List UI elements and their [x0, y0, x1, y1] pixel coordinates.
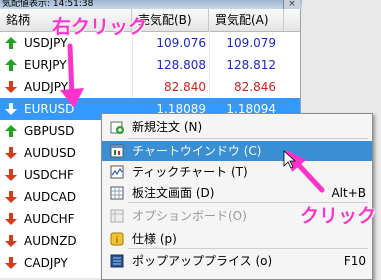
menu-item-label: ティックチャート (T)	[132, 165, 248, 179]
symbol-name: AUDCAD	[24, 190, 77, 204]
symbol-name: EURUSD	[24, 102, 75, 116]
menu-item-tick-chart[interactable]: ティックチャート (T)	[102, 162, 372, 182]
tick-chart-icon	[110, 165, 124, 179]
menu-separator	[128, 248, 368, 249]
bid-price: 128.808	[156, 58, 206, 72]
chart-window-icon	[110, 144, 124, 158]
symbol-name: EURJPY	[24, 58, 67, 72]
menu-item-label: オプションボード(O)	[132, 209, 247, 223]
menu-item-label: 仕様 (p)	[132, 232, 177, 246]
symbol-row-audjpy[interactable]: AUDJPY 82.840 82.846	[0, 76, 300, 98]
annotation-click: クリック	[300, 205, 377, 227]
ask-price: 82.846	[234, 80, 276, 94]
close-button[interactable]: ×	[283, 0, 300, 9]
new-order-icon	[110, 120, 124, 134]
price-down-arrow-icon	[5, 169, 17, 181]
price-down-arrow-icon	[5, 257, 17, 269]
symbol-name: AUDCHF	[24, 212, 75, 226]
header-ask[interactable]: 買気配(A)	[209, 9, 284, 31]
symbol-name: AUDUSD	[24, 146, 76, 160]
menu-item-shortcut: F10	[343, 254, 366, 268]
bid-price: 82.840	[164, 80, 206, 94]
symbol-row-eurjpy[interactable]: EURJPY 128.808 128.812	[0, 54, 300, 76]
column-header-row: 銘柄 売気配(B) 買気配(A)	[0, 9, 300, 32]
price-down-arrow-icon	[5, 235, 17, 247]
symbol-row-usdjpy[interactable]: USDJPY 109.076 109.079	[0, 32, 300, 54]
menu-item-label: チャートウインドウ (C)	[132, 144, 262, 158]
price-up-arrow-icon	[5, 125, 17, 137]
symbol-name: AUDJPY	[24, 80, 69, 94]
svg-text:i: i	[116, 236, 119, 246]
spec-icon: i	[110, 232, 124, 246]
window-title: 気配値表示: 14:51:38	[2, 0, 94, 9]
price-up-arrow-icon	[5, 37, 17, 49]
menu-item-popup-price[interactable]: ポップアッププライス (o) F10	[102, 251, 372, 271]
price-down-arrow-icon	[5, 81, 17, 93]
symbol-name: CADJPY	[24, 256, 68, 270]
depth-order-icon	[110, 186, 124, 200]
window-titlebar: 気配値表示: 14:51:38 ×	[0, 0, 302, 9]
menu-item-new-order[interactable]: 新規注文 (N)	[102, 117, 372, 137]
menu-item-label: 新規注文 (N)	[132, 120, 203, 134]
menu-item-label: ポップアッププライス (o)	[132, 254, 273, 268]
ask-price: 128.812	[226, 58, 276, 72]
menu-item-shortcut: Alt+B	[331, 186, 366, 200]
symbol-name: GBPUSD	[24, 124, 75, 138]
popup-price-icon	[110, 254, 124, 268]
menu-item-chart-window[interactable]: チャートウインドウ (C)	[102, 141, 372, 161]
price-down-arrow-icon	[5, 191, 17, 203]
context-menu: 新規注文 (N) チャートウインドウ (C) ティックチャート (T) 板注文画面 (…	[101, 113, 373, 280]
price-down-arrow-icon	[5, 103, 17, 115]
option-board-icon	[110, 209, 124, 223]
symbol-name: AUDNZD	[24, 234, 77, 248]
symbol-name: USDCHF	[24, 168, 74, 182]
annotation-right-click: 右クリック	[52, 16, 148, 38]
menu-separator	[128, 138, 368, 139]
ask-price: 109.079	[226, 36, 276, 50]
menu-item-spec[interactable]: i 仕様 (p)	[102, 229, 372, 249]
price-down-arrow-icon	[5, 213, 17, 225]
price-down-arrow-icon	[5, 147, 17, 159]
price-up-arrow-icon	[5, 59, 17, 71]
menu-item-depth-order[interactable]: 板注文画面 (D) Alt+B	[102, 183, 372, 203]
menu-item-label: 板注文画面 (D)	[132, 186, 215, 200]
